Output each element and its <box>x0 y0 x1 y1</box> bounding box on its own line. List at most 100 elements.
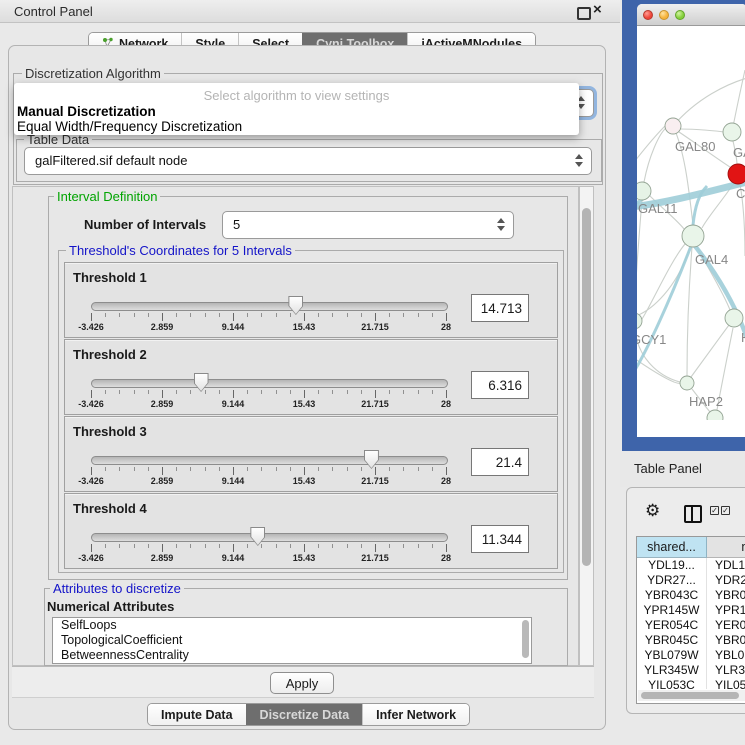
network-edge[interactable] <box>637 356 681 383</box>
slider-tick <box>205 544 206 548</box>
minimize-traffic-light-icon[interactable] <box>659 10 669 20</box>
slider-track[interactable] <box>91 533 448 542</box>
table-data-combobox[interactable]: galFiltered.sif default node <box>24 147 592 175</box>
table-row[interactable]: YIL053CYIL053C <box>637 678 745 689</box>
table-body: YDL19...YDL19...YDR27...YDR27...YBR043CY… <box>637 558 745 689</box>
network-node[interactable] <box>682 225 704 247</box>
slider-tick-label: 28 <box>441 476 451 486</box>
zoom-traffic-light-icon[interactable] <box>675 10 685 20</box>
mode-tab-infer-network[interactable]: Infer Network <box>362 704 469 725</box>
slider-thumb[interactable] <box>250 527 265 546</box>
network-edge[interactable] <box>687 247 692 376</box>
slider-tick <box>219 313 220 317</box>
attribute-list-item[interactable]: TopologicalCoefficient <box>53 633 531 648</box>
slider-tick <box>119 544 120 548</box>
slider-tick-label: -3.426 <box>78 476 104 486</box>
network-node[interactable] <box>725 309 743 327</box>
table-row[interactable]: YBR045CYBR045C <box>637 633 745 648</box>
column-header-shared-name[interactable]: shared... <box>637 537 707 558</box>
horizontal-scrollbar[interactable] <box>638 690 745 701</box>
network-node[interactable] <box>728 164 745 184</box>
network-window-titlebar[interactable] <box>637 4 745 26</box>
slider-tick <box>375 390 376 398</box>
slider-tick-label: 21.715 <box>361 399 389 409</box>
threshold-value-field[interactable]: 21.4 <box>471 448 529 476</box>
slider-tick <box>432 313 433 317</box>
mode-tab-impute-data[interactable]: Impute Data <box>148 704 246 725</box>
table-row[interactable]: YBL079WYBL079W <box>637 648 745 663</box>
number-of-intervals-combobox[interactable]: 5 <box>222 211 514 239</box>
attribute-list-item[interactable]: BetweennessCentrality <box>53 648 531 663</box>
network-node[interactable] <box>637 182 651 200</box>
table-row[interactable]: YDR27...YDR27... <box>637 573 745 588</box>
close-traffic-light-icon[interactable] <box>643 10 653 20</box>
threshold-value-field[interactable]: 6.316 <box>471 371 529 399</box>
network-canvas[interactable]: GAL80GALCGAL11GAL4GCY1HHAP2 <box>637 26 745 420</box>
column-header-name[interactable]: name <box>707 537 745 558</box>
close-icon[interactable]: × <box>593 1 602 18</box>
algorithm-option-equal-width-frequency-discretization[interactable]: Equal Width/Frequency Discretization <box>17 119 242 134</box>
numerical-attributes-label: Numerical Attributes <box>47 599 174 614</box>
slider-tick <box>290 390 291 394</box>
slider-tick <box>261 467 262 471</box>
network-node[interactable] <box>680 376 694 390</box>
slider-tick <box>176 390 177 394</box>
network-edge[interactable] <box>691 325 729 377</box>
slider-tick <box>105 313 106 317</box>
algorithm-placeholder-option[interactable]: Select algorithm to view settings <box>14 88 579 103</box>
slider-tick <box>304 544 305 552</box>
network-edge[interactable] <box>637 247 690 316</box>
algorithm-option-manual-discretization[interactable]: Manual Discretization <box>17 104 156 119</box>
table-row[interactable]: YPR145WYPR145W <box>637 603 745 618</box>
slider-tick <box>389 467 390 471</box>
table-row[interactable]: YBR043CYBR043C <box>637 588 745 603</box>
checkbox-icon[interactable]: ✓ <box>721 506 730 515</box>
slider-tick <box>389 544 390 548</box>
table-row[interactable]: YLR345WYLR345W <box>637 663 745 678</box>
network-node[interactable] <box>723 123 741 141</box>
network-edge[interactable] <box>680 129 724 132</box>
attribute-list-item[interactable]: SelfLoops <box>53 618 531 633</box>
network-node[interactable] <box>665 118 681 134</box>
threshold-label: Threshold 1 <box>73 270 147 285</box>
slider-tick <box>332 544 333 548</box>
slider-thumb[interactable] <box>364 450 379 469</box>
table-row[interactable]: YDL19...YDL19... <box>637 558 745 573</box>
columns-icon[interactable] <box>684 505 702 523</box>
network-edge[interactable] <box>637 200 642 313</box>
list-scrollbar-thumb[interactable] <box>522 620 529 658</box>
gear-icon[interactable]: ⚙ <box>645 501 660 521</box>
slider-tick <box>446 313 447 321</box>
slider-tick-label: 9.144 <box>222 476 245 486</box>
network-node[interactable] <box>637 313 642 329</box>
threshold-value-field[interactable]: 14.713 <box>471 294 529 322</box>
slider-track[interactable] <box>91 379 448 388</box>
table-header-row: shared...name <box>637 537 745 558</box>
slider-tick <box>347 313 348 317</box>
threshold-value-field[interactable]: 11.344 <box>471 525 529 553</box>
network-edge[interactable] <box>732 70 745 132</box>
slider-tick <box>375 467 376 475</box>
slider-track[interactable] <box>91 456 448 465</box>
float-window-icon[interactable] <box>577 7 591 20</box>
slider-track[interactable] <box>91 302 448 311</box>
slider-tick <box>119 313 120 317</box>
checkbox-icon[interactable]: ✓ <box>710 506 719 515</box>
table-row[interactable]: YER054CYER054C <box>637 618 745 633</box>
network-window: GAL80GALCGAL11GAL4GCY1HHAP2 <box>637 4 745 437</box>
threshold-panel: Threshold 3-3.4262.8599.14415.4321.71528… <box>64 416 558 492</box>
vertical-scrollbar-thumb[interactable] <box>582 208 591 566</box>
thresholds-group-title: Threshold's Coordinates for 5 Intervals <box>66 243 295 258</box>
slider-thumb[interactable] <box>194 373 209 392</box>
slider-tick <box>247 467 248 471</box>
slider-tick-label: -3.426 <box>78 553 104 563</box>
mode-tab-discretize-data[interactable]: Discretize Data <box>246 704 363 725</box>
apply-button[interactable]: Apply <box>270 672 334 694</box>
slider-tick <box>261 313 262 317</box>
horizontal-scrollbar-thumb[interactable] <box>641 692 739 699</box>
attributes-group-title: Attributes to discretize <box>50 581 184 596</box>
network-edge[interactable] <box>637 126 665 166</box>
numerical-attributes-list[interactable]: SelfLoopsTopologicalCoefficientBetweenne… <box>52 617 532 664</box>
slider-tick <box>247 313 248 317</box>
threshold-label: Threshold 3 <box>73 424 147 439</box>
